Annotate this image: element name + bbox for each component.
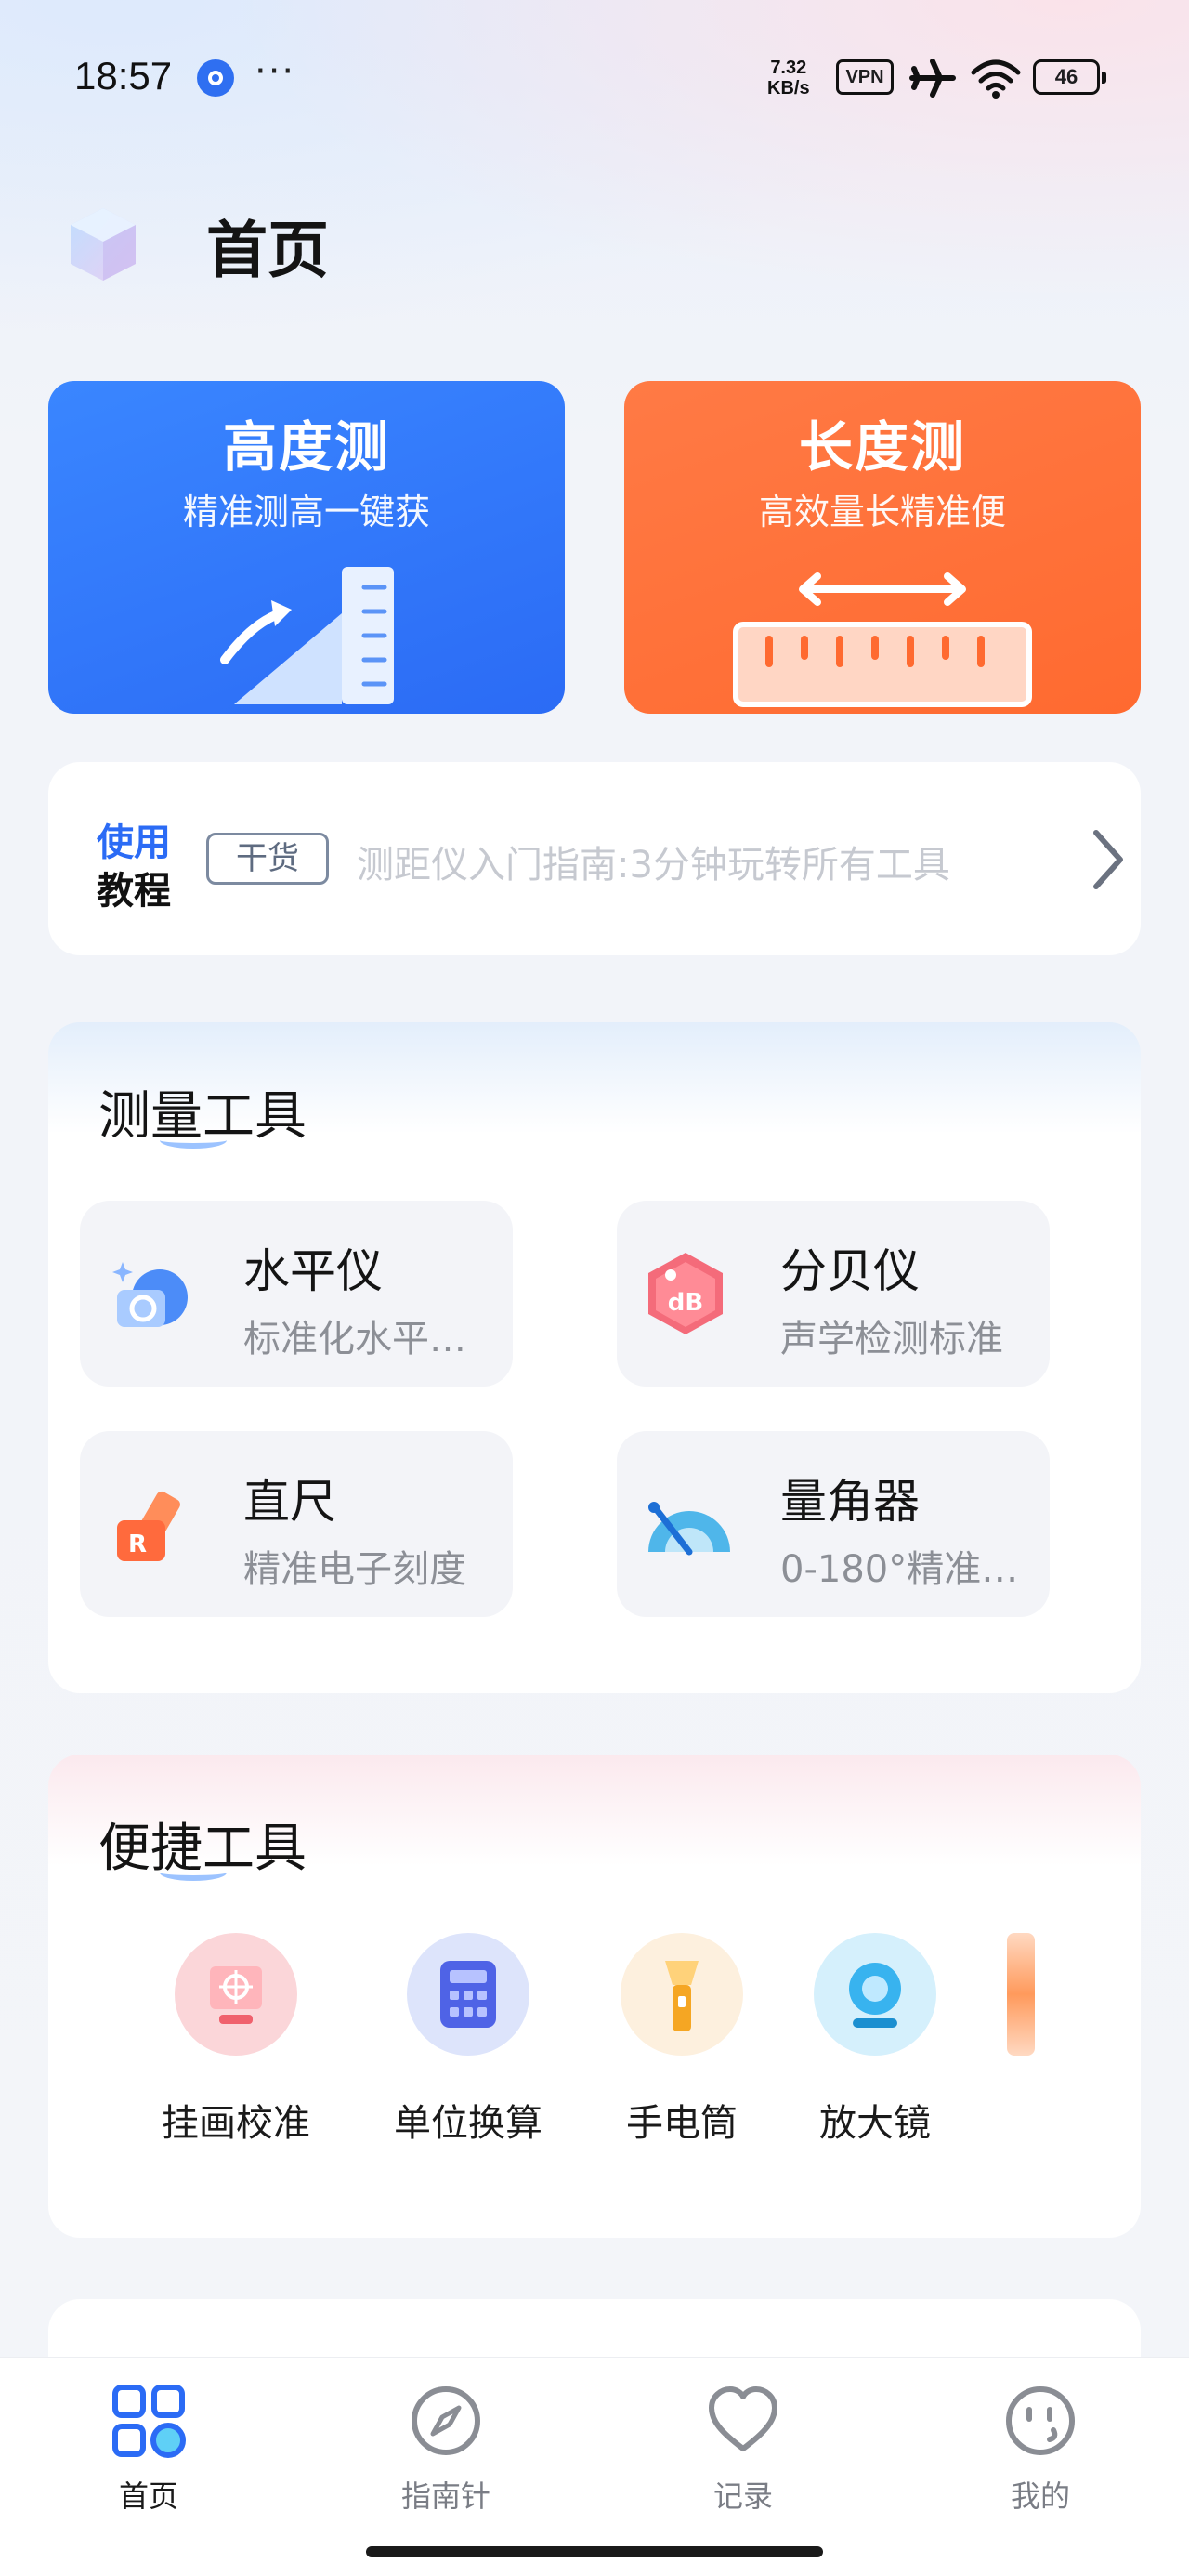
- wifi-icon: [971, 59, 1021, 99]
- app-notification-icon: [197, 59, 234, 97]
- tool-protractor-desc: 0-180°精准…: [780, 1548, 1019, 1591]
- length-ruler-icon: [733, 572, 1032, 707]
- tab-home[interactable]: 首页: [56, 2382, 242, 2516]
- tab-profile[interactable]: 我的: [947, 2382, 1133, 2516]
- compass-icon: [412, 2386, 480, 2455]
- height-ruler-icon: [220, 567, 394, 704]
- tool-decibel-name: 分贝仪: [780, 1244, 920, 1298]
- title-underline: [160, 1132, 227, 1149]
- vpn-badge: VPN: [836, 59, 894, 95]
- ruler-icon: R: [117, 1491, 180, 1561]
- calculator-icon: [407, 1933, 529, 2056]
- magnifier-icon: [814, 1933, 936, 2056]
- quick-tool-magnifier[interactable]: 放大镜: [782, 1933, 968, 2147]
- cube-logo-icon: [71, 208, 136, 281]
- svg-text:dB: dB: [668, 1289, 703, 1317]
- decibel-icon: dB: [648, 1253, 723, 1334]
- protractor-icon: [648, 1502, 730, 1556]
- quick-tool-picture-calibrate[interactable]: 挂画校准: [143, 1933, 329, 2147]
- tutorial-text: 测距仪入门指南:3分钟玩转所有工具: [357, 844, 950, 887]
- chevron-right-icon: [1093, 830, 1123, 889]
- quick-tool-flashlight[interactable]: 手电筒: [589, 1933, 775, 2147]
- measure-tools-section: 测量工具 水平仪 标准化水平… dB 分贝仪 声学检测标准 R 直尺 精准电子刻…: [48, 1022, 1141, 1693]
- network-speed: 7.32 KB/s: [767, 58, 810, 99]
- title-underline: [160, 1864, 227, 1881]
- tool-decibel[interactable]: dB 分贝仪 声学检测标准: [617, 1201, 1050, 1387]
- level-icon: [112, 1262, 188, 1327]
- quick-tools-section: 便捷工具 挂画校准 单位换算 手电筒 放大镜: [48, 1755, 1141, 2238]
- quick-tool-label: 单位换算: [394, 2102, 542, 2145]
- home-grid-icon: [112, 2385, 186, 2458]
- tool-ruler[interactable]: R 直尺 精准电子刻度: [80, 1431, 513, 1617]
- height-measure-title: 高度测: [222, 415, 390, 479]
- length-measure-subtitle: 高效量长精准便: [758, 492, 1006, 532]
- flashlight-icon: [621, 1933, 743, 2056]
- height-measure-subtitle: 精准测高一键获: [182, 492, 430, 532]
- tool-level-desc: 标准化水平…: [243, 1318, 466, 1360]
- smile-face-icon: [1006, 2386, 1075, 2455]
- more-notifications: ···: [255, 50, 296, 93]
- tool-level[interactable]: 水平仪 标准化水平…: [80, 1201, 513, 1387]
- status-bar: 18:57 ··· 7.32 KB/s VPN 46: [0, 0, 1189, 158]
- tool-ruler-desc: 精准电子刻度: [243, 1548, 466, 1591]
- quick-tool-label: 挂画校准: [162, 2102, 310, 2145]
- quick-tool-label: 手电筒: [626, 2102, 738, 2145]
- network-speed-value: 7.32: [770, 58, 807, 78]
- tool-level-name: 水平仪: [243, 1244, 383, 1298]
- tool-decibel-desc: 声学检测标准: [780, 1318, 1003, 1360]
- quick-tool-unit-convert[interactable]: 单位换算: [375, 1933, 561, 2147]
- tool-protractor[interactable]: 量角器 0-180°精准…: [617, 1431, 1050, 1617]
- header: 首页: [0, 182, 1189, 303]
- quick-tool-label: 放大镜: [819, 2102, 931, 2145]
- page-title: 首页: [206, 215, 329, 286]
- tool-ruler-name: 直尺: [243, 1475, 336, 1529]
- heart-icon: [709, 2386, 777, 2451]
- length-measure-title: 长度测: [798, 415, 966, 479]
- height-measure-card[interactable]: 高度测 精准测高一键获: [48, 381, 565, 714]
- tab-records-label: 记录: [712, 2478, 773, 2514]
- tab-compass-label: 指南针: [400, 2478, 490, 2514]
- battery-icon: 46: [1033, 59, 1106, 95]
- status-time: 18:57: [74, 54, 173, 98]
- home-indicator[interactable]: [366, 2546, 823, 2557]
- tutorial-banner[interactable]: 使用 教程 干货 测距仪入门指南:3分钟玩转所有工具: [48, 762, 1141, 955]
- tutorial-label-line1: 使用: [97, 821, 171, 864]
- tab-profile-label: 我的: [1010, 2478, 1070, 2514]
- airplane-icon: [909, 59, 956, 98]
- quick-tool-partial-icon[interactable]: [1007, 1933, 1035, 2056]
- bottom-tab-bar: 首页 指南针 记录 我的: [0, 2357, 1189, 2576]
- tab-records[interactable]: 记录: [650, 2382, 836, 2516]
- picture-calibrate-icon: [175, 1933, 297, 2056]
- length-measure-card[interactable]: 长度测 高效量长精准便: [624, 381, 1141, 714]
- network-speed-unit: KB/s: [767, 78, 810, 99]
- tab-compass[interactable]: 指南针: [353, 2382, 539, 2516]
- tool-protractor-name: 量角器: [780, 1475, 920, 1529]
- tab-home-label: 首页: [118, 2478, 178, 2514]
- tutorial-label-line2: 教程: [97, 870, 171, 913]
- tutorial-tag: 干货: [206, 833, 329, 885]
- svg-text:R: R: [128, 1531, 147, 1558]
